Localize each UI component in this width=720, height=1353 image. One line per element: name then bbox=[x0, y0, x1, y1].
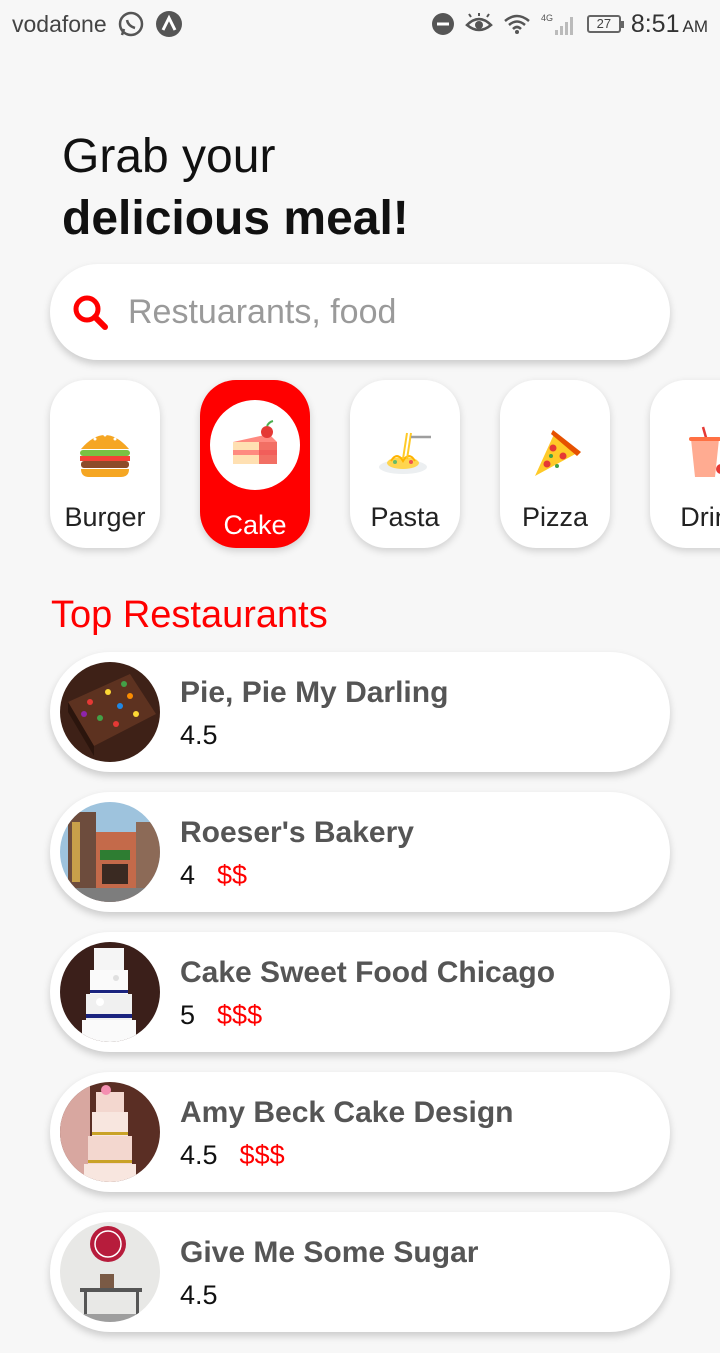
search-input[interactable] bbox=[128, 292, 608, 332]
category-burger[interactable]: Burger bbox=[50, 380, 160, 548]
restaurant-name: Give Me Some Sugar bbox=[180, 1236, 479, 1269]
network-type-label: 4G bbox=[541, 13, 553, 23]
restaurant-price: $$ bbox=[217, 860, 248, 890]
headline-line-2: delicious meal! bbox=[62, 192, 409, 245]
restaurant-card[interactable]: Roeser's Bakery 4 $$ bbox=[50, 792, 670, 912]
cake-icon bbox=[210, 400, 300, 490]
category-label: Burger bbox=[64, 502, 146, 532]
pizza-icon bbox=[520, 418, 590, 488]
eye-comfort-icon bbox=[464, 13, 493, 35]
carrier-label: vodafone bbox=[12, 10, 107, 37]
whatsapp-icon bbox=[117, 10, 145, 38]
restaurant-rating: 5 bbox=[180, 1000, 196, 1030]
restaurant-name: Pie, Pie My Darling bbox=[180, 676, 449, 709]
clock-time: 8:51 bbox=[630, 9, 680, 38]
search-bar[interactable] bbox=[50, 264, 670, 360]
pasta-icon bbox=[370, 418, 440, 488]
page-headline: Grab your delicious meal! bbox=[62, 128, 409, 252]
app-screen: vodafone 4G 27 8:51 AM Grab your delicio… bbox=[0, 0, 720, 1353]
restaurant-card[interactable]: Amy Beck Cake Design 4.5 $$$ bbox=[50, 1072, 670, 1192]
restaurant-price: $$$ bbox=[239, 1140, 285, 1170]
restaurant-name: Roeser's Bakery bbox=[180, 816, 414, 849]
restaurant-meta: 4.5 bbox=[180, 1280, 240, 1311]
category-label: Pizza bbox=[521, 502, 589, 532]
drink-icon bbox=[670, 418, 720, 488]
restaurant-name: Amy Beck Cake Design bbox=[180, 1096, 514, 1129]
restaurant-meta: 4 $$ bbox=[180, 860, 247, 891]
restaurant-card[interactable]: Give Me Some Sugar 4.5 bbox=[50, 1212, 670, 1332]
wifi-icon bbox=[503, 13, 531, 35]
restaurant-card[interactable]: Pie, Pie My Darling 4.5 bbox=[50, 652, 670, 772]
app-notification-icon bbox=[155, 10, 183, 38]
category-drink[interactable]: Drin bbox=[650, 380, 720, 548]
restaurant-photo bbox=[60, 802, 160, 902]
headline-line-1: Grab your bbox=[62, 130, 276, 183]
restaurant-price: $$$ bbox=[217, 1000, 263, 1030]
clock-ampm: AM bbox=[682, 16, 709, 36]
restaurant-rating: 4.5 bbox=[180, 720, 218, 750]
restaurant-photo bbox=[60, 662, 160, 762]
restaurant-photo bbox=[60, 1082, 160, 1182]
battery-level: 27 bbox=[596, 16, 612, 31]
category-label: Cake bbox=[223, 510, 287, 540]
category-label: Pasta bbox=[370, 502, 440, 532]
restaurant-name: Cake Sweet Food Chicago bbox=[180, 956, 556, 989]
category-list: Burger Cake Pasta Pizza Drin bbox=[50, 380, 720, 548]
restaurant-meta: 4.5 $$$ bbox=[180, 1140, 285, 1171]
restaurant-rating: 4.5 bbox=[180, 1140, 218, 1170]
section-title: Top Restaurants bbox=[51, 594, 328, 636]
category-cake[interactable]: Cake bbox=[200, 380, 310, 548]
restaurant-rating: 4.5 bbox=[180, 1280, 218, 1310]
category-label: Drin bbox=[680, 502, 720, 532]
restaurant-rating: 4 bbox=[180, 860, 196, 890]
category-pasta[interactable]: Pasta bbox=[350, 380, 460, 548]
category-pizza[interactable]: Pizza bbox=[500, 380, 610, 548]
restaurant-card[interactable]: Cake Sweet Food Chicago 5 $$$ bbox=[50, 932, 670, 1052]
restaurant-meta: 5 $$$ bbox=[180, 1000, 262, 1031]
restaurant-photo bbox=[60, 942, 160, 1042]
restaurant-meta: 4.5 bbox=[180, 720, 240, 751]
burger-icon bbox=[70, 418, 140, 488]
cell-signal-icon: 4G bbox=[541, 12, 577, 36]
restaurant-photo bbox=[60, 1222, 160, 1322]
clock: 8:51 AM bbox=[631, 10, 708, 39]
battery-icon: 27 bbox=[586, 15, 624, 33]
search-icon[interactable] bbox=[70, 292, 110, 332]
restaurant-list: Pie, Pie My Darling 4.5 Roeser's Bakery … bbox=[50, 652, 670, 1352]
status-bar: vodafone 4G 27 8:51 AM bbox=[0, 0, 720, 48]
do-not-disturb-icon bbox=[431, 12, 455, 36]
